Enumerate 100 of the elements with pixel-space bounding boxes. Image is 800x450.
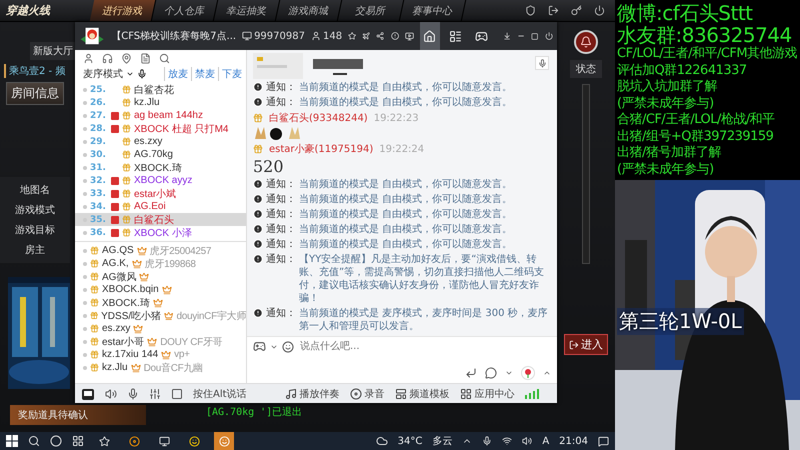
maximize-icon[interactable] [531,32,539,40]
nav-tab[interactable]: 幸运抽奖 [214,0,280,21]
bottom-action-button[interactable]: 录音 [350,386,385,400]
caret-icon[interactable] [505,369,513,377]
template-icon[interactable] [394,388,407,400]
mixer-icon[interactable] [149,388,161,400]
bottom-action-button[interactable]: 应用中心 [460,386,515,400]
queue-row[interactable]: 36. XBOCK 小泽 [75,226,246,239]
speaker-icon[interactable] [522,436,532,446]
reward-bar[interactable]: 奖励道具待确认 [10,405,146,425]
key-icon[interactable] [571,5,582,16]
mic-action-link[interactable]: 下麦 [218,67,242,81]
sender-name[interactable]: estar小豪(11975194) [269,142,374,156]
plane-icon[interactable] [362,31,370,41]
home-tab[interactable] [420,22,440,50]
bell-icon[interactable] [580,36,592,48]
room-info-button[interactable]: 房间信息 [6,82,64,105]
queue-row[interactable]: 31. XBOCK.琦 [75,161,246,174]
member-name[interactable]: estar小哥 [102,334,144,348]
caret-icon[interactable] [126,70,134,78]
network-icon[interactable] [502,436,512,446]
queue-row[interactable]: 34. AG.Eoi [75,200,246,213]
member-name[interactable]: XBOCK.琦 [102,296,150,310]
enter-button[interactable]: 进入 [564,334,608,355]
home-icon[interactable] [423,30,436,42]
mic-button[interactable] [535,56,549,70]
mic-icon[interactable] [137,69,147,79]
notice-icon [253,97,263,107]
chat-bubble-icon[interactable] [485,367,497,379]
queue-row[interactable]: 28. XBOCK 杜超 只打M4 [75,122,246,135]
circle-icon[interactable] [50,435,62,447]
nav-tab[interactable]: 个人仓库 [152,0,218,21]
member-name[interactable]: es.zxy [102,323,130,334]
gamepad-icon[interactable] [474,30,488,42]
headset-icon[interactable] [102,53,113,64]
clock[interactable]: 21:04 [559,436,588,446]
alert-icon[interactable] [390,31,399,41]
task-view-icon[interactable] [72,435,84,447]
power-icon[interactable] [594,5,605,16]
speaker-icon[interactable] [105,388,117,400]
list-icon[interactable] [448,30,462,42]
push-to-talk-label[interactable]: 按住Alt说话 [193,386,247,400]
member-name: kz.Jlu [134,97,160,108]
nav-tab[interactable]: 赛事中心 [400,0,466,21]
mic-icon[interactable] [482,436,492,446]
queue-row[interactable]: 33. estar小斌 [75,187,246,200]
member-name[interactable]: AG微风 [102,270,136,284]
queue-row[interactable]: 32. XBOCK ayyz [75,174,246,187]
share-icon[interactable] [376,31,385,41]
apps-icon[interactable] [460,388,472,400]
queue-row[interactable]: 27. ag beam 144hz [75,109,246,122]
minimize-to-tray-icon[interactable] [502,31,512,41]
status-dot-icon [83,166,87,170]
queue-row[interactable]: 35. 白鲨石头 [75,213,246,226]
search-icon[interactable] [28,435,40,447]
caret-up-icon[interactable] [543,369,551,377]
notification-icon[interactable] [598,436,609,446]
member-name[interactable]: YDSS/吃小猪 [101,308,162,322]
member-name[interactable]: AG.K, [102,258,129,269]
gamepad-icon[interactable] [253,340,266,353]
checkbox-icon[interactable] [171,388,183,400]
ime-indicator[interactable]: A [542,436,550,446]
mic-mode-dropdown[interactable]: 麦序模式 [83,67,123,81]
location-icon[interactable] [121,53,132,64]
enter-icon[interactable] [465,367,477,379]
shield-icon[interactable] [525,5,536,16]
queue-row[interactable]: 30. AG.70kg [75,148,246,161]
member-name[interactable]: AG.QS [102,245,134,256]
user-icon[interactable] [83,53,94,64]
nav-tab[interactable]: 游戏商城 [276,0,342,21]
member-name[interactable]: kz.Jlu [102,362,128,373]
gift-icon [122,124,131,133]
bottom-action-button[interactable]: 频道模板 [394,386,450,400]
scrollbar[interactable] [582,84,590,264]
mic-icon[interactable] [538,58,546,68]
mic-action-link[interactable]: 放麦 [164,67,188,81]
exit-icon[interactable] [548,5,559,16]
member-name[interactable]: XBOCK.bqin [102,284,159,295]
video-icon[interactable] [404,30,414,42]
music-icon[interactable] [284,388,297,400]
star-icon[interactable] [348,31,356,41]
start-icon[interactable] [6,435,18,447]
emoji-icon[interactable] [282,340,294,352]
queue-row[interactable]: 29. es.zxy [75,135,246,148]
mic-action-link[interactable]: 禁麦 [191,67,215,81]
bottom-action-button[interactable]: 播放伴奏 [284,386,340,400]
flower-icon[interactable] [521,366,535,380]
power-icon[interactable] [544,31,553,41]
sender-name[interactable]: 白鲨石头(93348244) [269,111,368,125]
queue-row[interactable]: 26. kz.Jlu [75,96,246,109]
arrow-icon[interactable] [569,340,579,350]
nav-tab[interactable]: 交易所 [338,0,404,21]
queue-row[interactable]: 25. 白鲨杏花 [75,83,246,96]
member-name[interactable]: kz.17xiu 144 [102,349,158,360]
search-icon[interactable] [159,53,170,64]
nav-tab[interactable]: 进行游戏 [90,0,156,21]
document-icon[interactable] [140,53,151,64]
record-icon[interactable] [350,388,362,400]
mic-icon[interactable] [127,388,139,400]
bell-button[interactable] [574,30,598,54]
